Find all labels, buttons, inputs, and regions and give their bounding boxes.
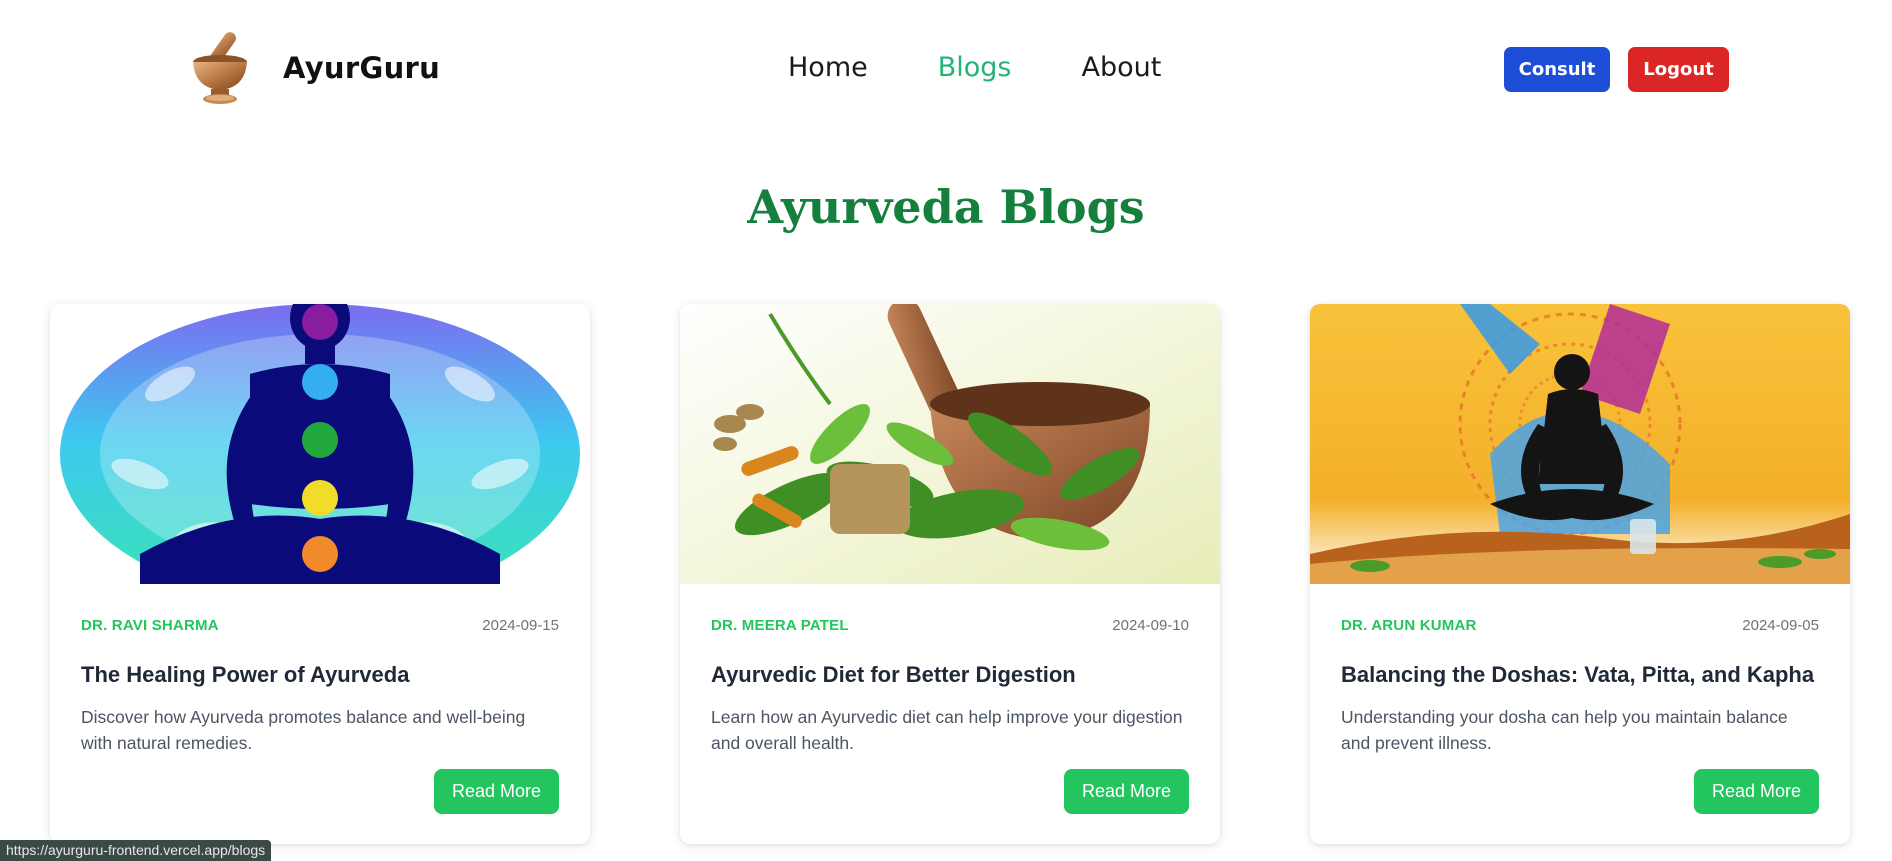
- blog-card: DR. RAVI SHARMA 2024-09-15 The Healing P…: [50, 304, 590, 844]
- blog-card-meta: DR. ARUN KUMAR 2024-09-05: [1341, 617, 1819, 634]
- read-more-button[interactable]: Read More: [1694, 769, 1819, 814]
- read-more-button[interactable]: Read More: [434, 769, 559, 814]
- consult-button[interactable]: Consult: [1504, 47, 1610, 92]
- nav-about-link[interactable]: About: [1081, 52, 1161, 83]
- blog-title: Ayurvedic Diet for Better Digestion: [711, 662, 1076, 687]
- page-title: Ayurveda Blogs: [747, 180, 1145, 234]
- read-more-button[interactable]: Read More: [1064, 769, 1189, 814]
- herbs-mortar-image: [680, 304, 1220, 584]
- nav-home-link[interactable]: Home: [788, 52, 868, 83]
- brand[interactable]: AyurGuru: [189, 28, 440, 108]
- mortar-pestle-icon: [193, 32, 247, 104]
- yoga-silhouette-image: [1310, 304, 1850, 584]
- blog-title: The Healing Power of Ayurveda: [81, 662, 410, 687]
- main-nav: Home Blogs About: [788, 52, 1231, 83]
- blog-card-body: DR. RAVI SHARMA 2024-09-15 The Healing P…: [50, 617, 590, 756]
- chakra-meditation-image: [50, 304, 590, 584]
- blog-title: Balancing the Doshas: Vata, Pitta, and K…: [1341, 662, 1815, 687]
- blog-author: DR. RAVI SHARMA: [81, 617, 219, 634]
- blog-card: DR. ARUN KUMAR 2024-09-05 Balancing the …: [1310, 304, 1850, 844]
- blog-card-meta: DR. RAVI SHARMA 2024-09-15: [81, 617, 559, 634]
- brand-name: AyurGuru: [283, 51, 441, 85]
- logout-button[interactable]: Logout: [1628, 47, 1729, 92]
- blog-card-body: DR. MEERA PATEL 2024-09-10 Ayurvedic Die…: [680, 617, 1220, 756]
- page: AyurGuru Home Blogs About Consult Logout…: [0, 0, 1892, 861]
- blog-author: DR. MEERA PATEL: [711, 617, 849, 634]
- nav-actions: Consult Logout: [1504, 47, 1729, 92]
- blog-date: 2024-09-10: [1112, 617, 1189, 634]
- blog-description: Understanding your dosha can help you ma…: [1341, 707, 1788, 753]
- blog-description: Learn how an Ayurvedic diet can help imp…: [711, 707, 1183, 753]
- status-bar-url: https://ayurguru-frontend.vercel.app/blo…: [0, 840, 272, 861]
- navbar: AyurGuru Home Blogs About Consult Logout: [0, 0, 1892, 138]
- blog-card: DR. MEERA PATEL 2024-09-10 Ayurvedic Die…: [680, 304, 1220, 844]
- blog-date: 2024-09-05: [1742, 617, 1819, 634]
- blog-card-body: DR. ARUN KUMAR 2024-09-05 Balancing the …: [1310, 617, 1850, 756]
- blog-author: DR. ARUN KUMAR: [1341, 617, 1477, 634]
- nav-blogs-link[interactable]: Blogs: [938, 52, 1012, 83]
- blog-card-meta: DR. MEERA PATEL 2024-09-10: [711, 617, 1189, 634]
- blog-description: Discover how Ayurveda promotes balance a…: [81, 707, 526, 753]
- blog-date: 2024-09-15: [482, 617, 559, 634]
